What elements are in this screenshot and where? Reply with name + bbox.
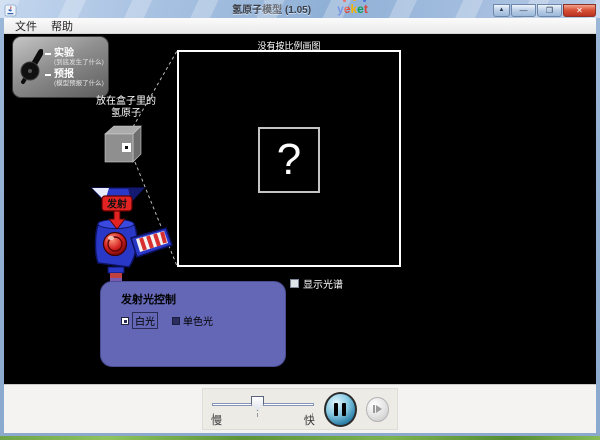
slider-thumb[interactable] — [251, 396, 264, 411]
photon-gun: 发射 — [90, 187, 173, 286]
mode-option-prediction[interactable]: 预报 (模型预报了什么) — [45, 69, 104, 87]
prediction-subtitle: (模型预报了什么) — [54, 79, 104, 87]
minimize-button[interactable]: — — [511, 3, 536, 17]
light-control-panel: 发射光控制 白光 单色光 — [100, 281, 286, 367]
show-spectrum-control[interactable]: 显示光谱 — [290, 276, 343, 291]
show-spectrum-checkbox[interactable] — [290, 279, 299, 288]
app-window: 氢原子模型 (1.05) yeket ▲ — ❐ ✕ 文件 帮助 实验 (到底发… — [0, 0, 600, 440]
experiment-subtitle: (到底发生了什么) — [54, 58, 104, 66]
experiment-tick — [45, 52, 51, 55]
mode-option-experiment[interactable]: 实验 (到底发生了什么) — [45, 48, 104, 66]
prediction-tick — [45, 73, 51, 76]
java-cup-icon — [4, 4, 17, 16]
close-button[interactable]: ✕ — [563, 3, 596, 17]
experiment-label: 实验 — [54, 47, 74, 59]
question-mark: ? — [276, 135, 302, 184]
mode-switch-panel: 实验 (到底发生了什么) 预报 (模型预报了什么) — [12, 36, 109, 98]
pause-button[interactable] — [323, 391, 357, 427]
slider-tick — [257, 413, 258, 417]
titlebar: 氢原子模型 (1.05) yeket ▲ — ❐ ✕ — [0, 0, 600, 18]
atom-box-icon — [104, 125, 142, 163]
desktop-wallpaper-sliver — [0, 436, 600, 440]
radio-white-light[interactable]: 白光 — [121, 312, 158, 329]
menu-help[interactable]: 帮助 — [44, 18, 80, 34]
monochrome-label: 单色光 — [183, 317, 213, 328]
pause-icon — [334, 402, 339, 416]
slow-label: 慢 — [211, 415, 222, 427]
step-button[interactable] — [365, 396, 390, 422]
fast-label: 快 — [303, 415, 315, 427]
simulation-canvas: 实验 (到底发生了什么) 预报 (模型预报了什么) 放在盒子里的 氢原子 发射 … — [4, 34, 596, 384]
svg-text:发射: 发射 — [106, 198, 127, 211]
gun-trigger-button — [102, 231, 128, 257]
unknown-atom-placeholder: ? — [258, 127, 320, 193]
atom-box-label: 放在盒子里的 氢原子 — [96, 96, 156, 119]
monochrome-radio-icon[interactable] — [172, 316, 180, 325]
window-helper-button[interactable]: ▲ — [493, 3, 510, 17]
menu-file[interactable]: 文件 — [8, 18, 44, 34]
menubar: 文件 帮助 — [4, 18, 596, 34]
clock-control-strip: 慢 快 — [4, 384, 596, 433]
step-icon — [372, 405, 375, 413]
light-control-title: 发射光控制 — [121, 294, 176, 306]
speed-slider[interactable]: 慢 快 — [211, 390, 315, 428]
prediction-label: 预报 — [54, 68, 74, 80]
window-title: 氢原子模型 (1.05) — [232, 5, 312, 16]
white-light-radio-icon[interactable] — [121, 316, 129, 325]
white-light-label: 白光 — [132, 312, 158, 329]
clock-panel: 慢 快 — [202, 388, 398, 430]
yeket-logo: yeket — [337, 0, 368, 16]
radio-monochrome-light[interactable]: 单色光 — [172, 313, 213, 328]
mode-switch-lever-icon[interactable] — [17, 45, 43, 89]
show-spectrum-label: 显示光谱 — [303, 280, 343, 291]
maximize-button[interactable]: ❐ — [537, 3, 562, 17]
